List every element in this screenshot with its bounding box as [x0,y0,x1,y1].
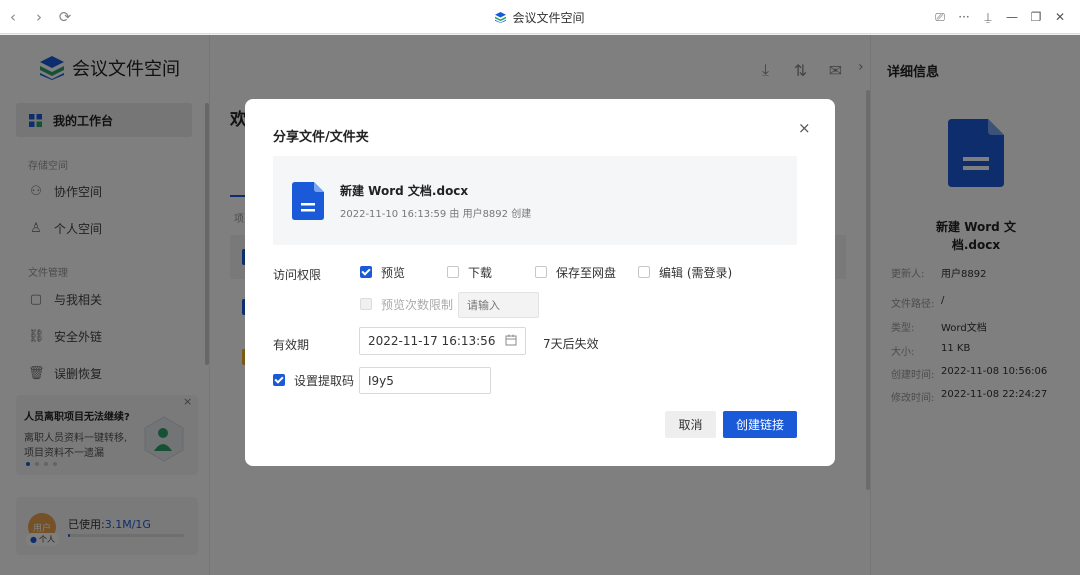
download-checkbox[interactable]: 下载 [447,264,492,280]
option-label: 下载 [468,265,493,280]
shared-file-card: 新建 Word 文档.docx 2022-11-10 16:13:59 由 用户… [273,156,797,245]
extract-code-input[interactable] [359,367,491,394]
app-logo-icon [495,11,507,23]
dialog-title: 分享文件/文件夹 [273,130,369,145]
minimize-icon[interactable]: — [1000,10,1024,24]
cancel-button[interactable]: 取消 [665,411,716,438]
cast-icon[interactable]: ⎚ [928,10,952,25]
expiry-date-value: 2022-11-17 16:13:56 [368,334,496,348]
window-controls: ⎚ ··· ⍊ — ❐ ✕ [928,0,1072,34]
extract-code-checkbox[interactable]: 设置提取码 [273,372,354,388]
expiry-date-picker[interactable]: 2022-11-17 16:13:56 [359,327,526,355]
expiry-label: 有效期 [273,338,310,352]
restore-icon[interactable]: ❐ [1024,10,1048,24]
save-to-drive-checkbox[interactable]: 保存至网盘 [535,264,616,280]
checkbox-icon[interactable] [447,266,459,278]
preview-checkbox[interactable]: 预览 [360,264,405,280]
pin-icon[interactable]: ⍊ [976,10,1000,25]
checkbox-icon[interactable] [535,266,547,278]
access-label: 访问权限 [273,268,322,282]
option-label: 预览次数限制 [381,297,454,312]
calendar-icon[interactable] [505,334,517,346]
shared-file-name: 新建 Word 文档.docx [340,184,469,198]
close-icon[interactable]: × [798,119,811,137]
preview-limit-input[interactable] [458,292,539,318]
checkbox-disabled-icon[interactable] [360,298,372,310]
window-title-text: 会议文件空间 [512,10,585,25]
option-label: 设置提取码 [294,373,355,388]
more-icon[interactable]: ··· [952,10,976,24]
create-link-button[interactable]: 创建链接 [723,411,797,438]
title-bar: ‹ › ⟳ 会议文件空间 ⎚ ··· ⍊ — ❐ ✕ [0,0,1080,34]
checkbox-checked-icon[interactable] [360,266,372,278]
checkbox-checked-icon[interactable] [273,374,285,386]
option-label: 保存至网盘 [556,265,617,280]
close-window-icon[interactable]: ✕ [1048,10,1072,24]
option-label: 预览 [381,265,406,280]
preview-limit-checkbox[interactable]: 预览次数限制 [360,296,453,312]
edit-checkbox[interactable]: 编辑 (需登录) [638,264,732,280]
option-label: 编辑 (需登录) [659,265,733,280]
expiry-note: 7天后失效 [543,337,599,351]
share-dialog: 分享文件/文件夹 × 新建 Word 文档.docx 2022-11-10 16… [245,99,835,466]
word-document-icon [292,182,324,220]
window-title: 会议文件空间 [0,0,1080,34]
shared-file-meta: 2022-11-10 16:13:59 由 用户8892 创建 [340,209,532,220]
checkbox-icon[interactable] [638,266,650,278]
